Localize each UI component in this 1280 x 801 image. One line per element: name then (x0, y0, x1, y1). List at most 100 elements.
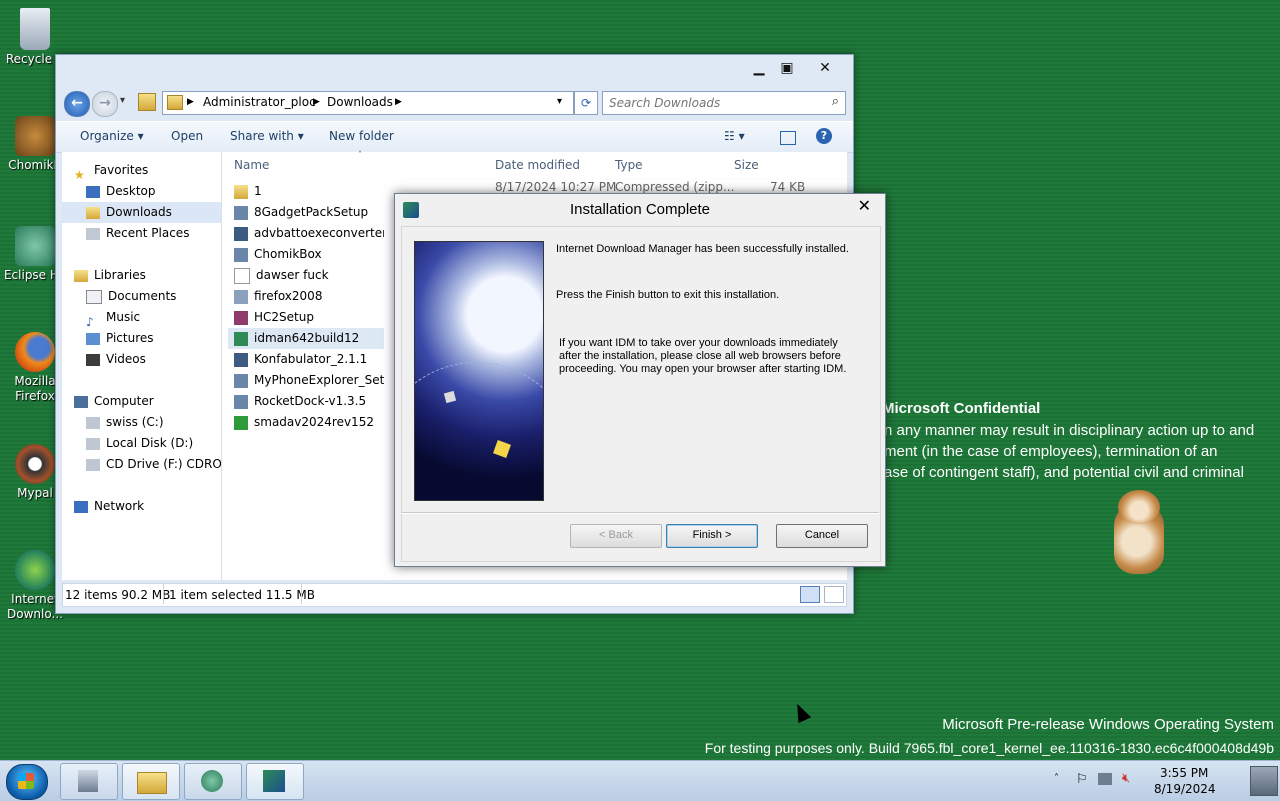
up-folder-icon[interactable] (138, 93, 156, 111)
dialog-message-browsers: after the installation, please close all… (559, 350, 841, 362)
cd-drive-icon (86, 458, 100, 471)
organize-menu[interactable]: Organize ▾ (80, 129, 144, 143)
large-icons-view-icon[interactable] (824, 586, 844, 603)
explorer-titlebar[interactable]: ▁ ▣ ✕ (56, 55, 853, 85)
search-icon[interactable]: ⌕ (832, 94, 839, 109)
network-tray-icon[interactable] (1098, 773, 1112, 785)
finish-button[interactable]: Finish > (666, 524, 758, 548)
new-folder-button[interactable]: New folder (329, 129, 394, 143)
taskbar-app-idm-installer[interactable] (246, 763, 304, 800)
volume-muted-icon[interactable]: 🔇︎ (1122, 771, 1130, 786)
view-options-icon[interactable]: ☷ ▾ (724, 129, 745, 143)
refresh-button[interactable]: ⟳ (574, 91, 598, 115)
watermark-confidential-title: Microsoft Confidential (882, 400, 1041, 417)
dialog-separator (401, 512, 879, 514)
nav-drive-f[interactable]: CD Drive (F:) CDROM (86, 454, 221, 475)
star-icon: ★ (74, 167, 85, 182)
setup-icon (234, 247, 248, 262)
preview-pane-icon[interactable] (780, 131, 796, 145)
breadcrumb-separator-icon: ▶ (313, 97, 320, 107)
nav-computer[interactable]: Computer (74, 391, 233, 412)
dialog-close-button[interactable]: ✕ (858, 196, 871, 215)
file-row[interactable]: MyPhoneExplorer_Setup_ (234, 370, 384, 391)
libraries-icon (74, 269, 88, 282)
status-divider (301, 584, 302, 604)
minimize-button[interactable]: ▁ (746, 59, 772, 77)
installation-dialog[interactable]: Installation Complete ✕ Internet Downloa… (394, 193, 886, 567)
address-dropdown-icon[interactable]: ▾ (557, 96, 562, 107)
recent-places-icon (86, 227, 100, 240)
search-box[interactable]: ⌕ (602, 91, 846, 115)
hamster-gadget[interactable] (1108, 490, 1170, 582)
close-button[interactable]: ✕ (812, 59, 838, 77)
exe-icon (234, 226, 248, 241)
breadcrumb-separator-icon: ▶ (187, 97, 194, 107)
downloads-folder-icon (86, 206, 100, 219)
nav-favorites[interactable]: ★ Favorites (74, 160, 233, 181)
idm-setup-icon (234, 331, 248, 346)
computer-icon (74, 395, 88, 408)
zip-folder-icon (234, 184, 248, 199)
file-size: 74 KB (770, 180, 806, 194)
dialog-message-success: Internet Download Manager has been succe… (556, 243, 849, 255)
file-row[interactable]: dawser fuck (234, 265, 384, 286)
breadcrumb-item[interactable]: Administrator_ploc (203, 95, 316, 109)
taskbar-app-explorer[interactable] (122, 763, 180, 800)
setup-icon (234, 205, 248, 220)
nav-downloads[interactable]: Downloads (62, 202, 221, 223)
maximize-button[interactable]: ▣ (774, 59, 800, 77)
details-view-icon[interactable] (800, 586, 820, 603)
cancel-button[interactable]: Cancel (776, 524, 868, 548)
watermark-confidential-line: ment (in the case of employees), termina… (884, 443, 1218, 460)
column-header-date[interactable]: Date modified (495, 158, 580, 172)
idm-icon (15, 550, 55, 590)
file-row[interactable]: smadav2024rev152 (234, 412, 384, 433)
help-icon[interactable]: ? (816, 128, 832, 144)
clock-time[interactable]: 3:55 PM (1160, 766, 1208, 780)
file-date: 8/17/2024 10:27 PM (495, 180, 617, 194)
nav-libraries[interactable]: Libraries (74, 265, 233, 286)
recent-pages-chevron-icon[interactable]: ▾ (120, 95, 125, 106)
address-row: ← → ▾ ▶ Administrator_ploc ▶ Downloads ▶… (62, 89, 847, 117)
file-row[interactable]: firefox2008 (234, 286, 384, 307)
file-row[interactable]: HC2Setup (234, 307, 384, 328)
forward-button[interactable]: → (92, 91, 118, 117)
breadcrumb-item[interactable]: Downloads (327, 95, 393, 109)
back-button[interactable]: < Back (570, 524, 662, 548)
status-bar: 12 items 90.2 MB 1 item selected 11.5 MB (62, 583, 847, 607)
folder-icon (167, 95, 183, 110)
command-bar: Organize ▾ Open Share with ▾ New folder … (56, 121, 853, 153)
back-button[interactable]: ← (64, 91, 90, 117)
file-row[interactable]: Konfabulator_2.1.1 (234, 349, 384, 370)
file-row[interactable]: 8GadgetPackSetup (234, 202, 384, 223)
file-row[interactable]: ChomikBox (234, 244, 384, 265)
show-desktop-user-icon[interactable] (1250, 766, 1278, 796)
taskbar-app-eclipse[interactable] (184, 763, 242, 800)
mouse-cursor-icon (790, 700, 812, 724)
column-header-name[interactable]: Name (234, 158, 269, 172)
column-header-type[interactable]: Type (615, 158, 643, 172)
action-center-flag-icon[interactable]: ⚐ (1076, 772, 1088, 787)
file-row[interactable]: advbattoexeconverter (234, 223, 384, 244)
desktop-icon (86, 185, 100, 198)
share-with-menu[interactable]: Share with ▾ (230, 129, 304, 143)
show-hidden-icons-icon[interactable]: ˄ (1054, 773, 1059, 784)
address-bar[interactable]: ▶ Administrator_ploc ▶ Downloads ▶ ▾ (162, 91, 574, 115)
network-icon (74, 500, 88, 513)
firefox-icon (15, 332, 55, 372)
nav-network[interactable]: Network (74, 496, 233, 517)
file-row-selected[interactable]: idman642build12 (228, 328, 384, 349)
drive-icon (86, 416, 100, 429)
search-input[interactable] (607, 93, 821, 113)
computer-icon (78, 770, 98, 792)
status-item-count: 12 items 90.2 MB (65, 588, 171, 602)
start-button[interactable] (6, 764, 48, 800)
file-row[interactable]: RocketDock-v1.3.5 (234, 391, 384, 412)
taskbar-app-computer[interactable] (60, 763, 118, 800)
open-button[interactable]: Open (171, 129, 203, 143)
sort-indicator-icon: ˄ (358, 150, 362, 159)
status-divider (163, 584, 164, 604)
column-header-size[interactable]: Size (734, 158, 759, 172)
clock-date[interactable]: 8/19/2024 (1154, 782, 1216, 796)
file-row[interactable]: 1 (234, 181, 384, 202)
